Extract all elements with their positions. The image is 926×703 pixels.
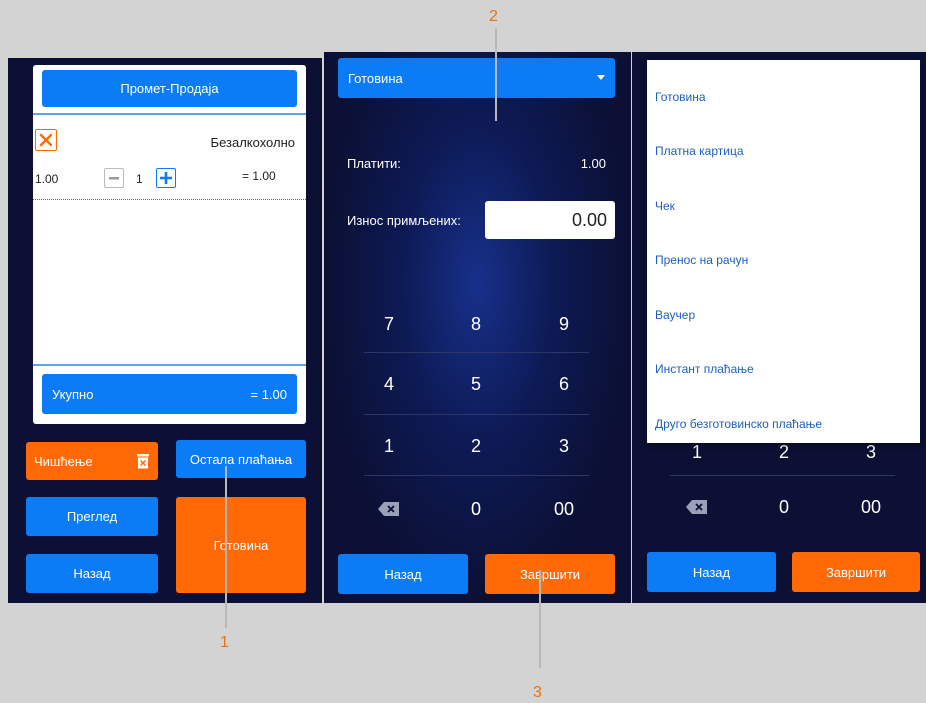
backspace-icon — [378, 502, 399, 516]
finish-label: Завршити — [519, 566, 581, 582]
review-button[interactable]: Преглед — [26, 497, 158, 536]
backspace-icon — [686, 500, 707, 514]
key-9[interactable]: 9 — [539, 296, 589, 352]
order-panel: Промет-Продаја Безалкохолно 1.00 1 = 1.0… — [33, 65, 306, 424]
remove-item-button[interactable] — [35, 129, 57, 151]
back-label: Назад — [384, 566, 422, 582]
finish-button[interactable]: Завршити — [485, 554, 615, 594]
callout-number-2: 2 — [489, 8, 498, 25]
keypad-divider — [670, 475, 895, 476]
payment-option-voucher[interactable]: Ваучер — [655, 308, 695, 322]
callout-line-3 — [539, 570, 541, 668]
total-value: = 1.00 — [250, 386, 287, 402]
back-label: Назад — [73, 566, 111, 581]
cash-label: Готовина — [213, 537, 269, 553]
payment-method-dropdown-screen: 1 2 3 0 00 Готовина Платна картица Чек П… — [632, 52, 926, 603]
key-00[interactable]: 00 — [846, 482, 896, 532]
key-0[interactable]: 0 — [759, 482, 809, 532]
other-payments-label: Остала плаћања — [189, 451, 293, 467]
payment-method-select[interactable]: Готовина — [338, 58, 615, 98]
item-name: Безалкохолно — [210, 135, 295, 150]
key-5[interactable]: 5 — [451, 356, 501, 412]
other-payments-button[interactable]: Остала плаћања — [176, 440, 306, 478]
to-pay-value: 1.00 — [580, 156, 606, 171]
payment-method-value: Готовина — [348, 70, 403, 86]
item-price: 1.00 — [35, 172, 59, 186]
increase-quantity-button[interactable] — [156, 168, 176, 188]
key-8[interactable]: 8 — [451, 296, 501, 352]
numeric-keypad: 7 8 9 4 5 6 1 2 3 0 00 — [364, 296, 589, 540]
payment-screen: Готовина Платити: 1.00 Износ примљених: … — [324, 52, 631, 603]
plus-icon — [160, 172, 172, 184]
trash-icon — [137, 454, 149, 469]
item-quantity: 1 — [136, 172, 143, 186]
back-label: Назад — [692, 564, 731, 580]
decrease-quantity-button[interactable] — [104, 168, 124, 188]
received-amount-value: 0.00 — [571, 209, 607, 230]
callout-line-1 — [225, 466, 227, 628]
keypad-divider — [364, 475, 589, 476]
total-bar: Укупно = 1.00 — [42, 374, 297, 414]
finish-button[interactable]: Завршити — [792, 552, 920, 592]
key-4[interactable]: 4 — [364, 356, 414, 412]
finish-label: Завршити — [825, 564, 887, 580]
payment-option-cash[interactable]: Готовина — [655, 90, 706, 104]
pos-sale-screen: Промет-Продаја Безалкохолно 1.00 1 = 1.0… — [8, 58, 322, 603]
backspace-key[interactable] — [672, 482, 722, 532]
key-6[interactable]: 6 — [539, 356, 589, 412]
payment-option-check[interactable]: Чек — [655, 199, 675, 213]
clear-button[interactable]: Чишћење — [26, 442, 158, 480]
keypad-divider — [364, 414, 589, 415]
total-label: Укупно — [52, 386, 94, 402]
divider — [33, 364, 306, 366]
to-pay-label: Платити: — [347, 156, 401, 171]
close-icon — [39, 133, 53, 147]
key-2[interactable]: 2 — [451, 418, 501, 474]
key-0[interactable]: 0 — [451, 481, 501, 537]
item-line-total: = 1.00 — [242, 169, 276, 183]
key-7[interactable]: 7 — [364, 296, 414, 352]
minus-icon — [109, 177, 119, 180]
cash-button[interactable]: Готовина — [176, 497, 306, 593]
payment-option-card[interactable]: Платна картица — [655, 144, 744, 158]
clear-label: Чишћење — [34, 453, 93, 469]
divider — [33, 113, 306, 115]
callout-number-1: 1 — [220, 634, 229, 651]
key-1[interactable]: 1 — [364, 418, 414, 474]
received-amount-label: Износ примљених: — [347, 213, 461, 228]
back-button[interactable]: Назад — [338, 554, 468, 594]
callout-line-2 — [495, 28, 497, 121]
chevron-down-icon — [597, 75, 605, 80]
key-3[interactable]: 3 — [539, 418, 589, 474]
payment-option-instant[interactable]: Инстант плаћање — [655, 362, 754, 376]
payment-option-transfer[interactable]: Пренос на рачун — [655, 253, 748, 267]
sales-header-label: Промет-Продаја — [120, 81, 219, 96]
sales-header-button[interactable]: Промет-Продаја — [42, 70, 297, 107]
item-separator — [33, 199, 306, 200]
received-amount-input[interactable]: 0.00 — [485, 201, 615, 239]
payment-option-other-cashless[interactable]: Друго безготовинско плаћање — [655, 417, 822, 431]
key-00[interactable]: 00 — [539, 481, 589, 537]
back-button[interactable]: Назад — [26, 554, 158, 593]
backspace-key[interactable] — [364, 481, 414, 537]
review-label: Преглед — [66, 509, 118, 524]
callout-number-3: 3 — [533, 684, 542, 701]
payment-method-list: Готовина Платна картица Чек Пренос на ра… — [647, 60, 920, 443]
keypad-divider — [364, 352, 589, 353]
back-button[interactable]: Назад — [647, 552, 776, 592]
